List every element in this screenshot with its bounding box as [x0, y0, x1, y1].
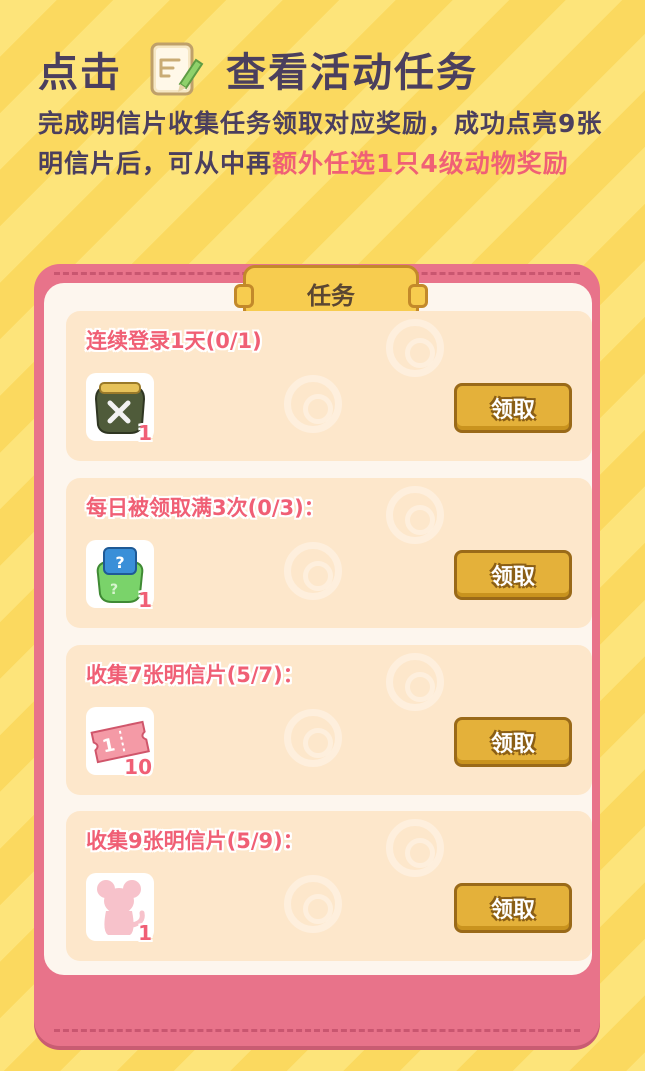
swirl-decoration	[284, 542, 342, 600]
swirl-decoration	[284, 875, 342, 933]
swirl-decoration	[386, 653, 444, 711]
swirl-decoration	[386, 319, 444, 377]
claim-button[interactable]: 领取	[454, 717, 572, 767]
svg-text:?: ?	[115, 553, 124, 572]
description-highlight: 额外任选1只4级动物奖励	[272, 149, 569, 178]
claim-button[interactable]: 领取	[454, 550, 572, 600]
reward-item: 1 10	[86, 707, 154, 779]
claim-button[interactable]: 领取	[454, 383, 572, 433]
task-card: 连续登录1天(0/1) 1 领取	[66, 311, 592, 461]
reward-item: ? ? 1	[86, 540, 154, 612]
task-label: 收集7张明信片(5/7)：	[86, 663, 304, 687]
task-panel-inner: 任务 连续登录1天(0/1) 1 领取 每日被领取满3次(0/3)： ? ? 1…	[44, 265, 592, 975]
task-label: 连续登录1天(0/1)	[86, 329, 262, 353]
swirl-decoration	[386, 486, 444, 544]
notepad-icon[interactable]	[144, 38, 206, 100]
claim-button[interactable]: 领取	[454, 883, 572, 933]
reward-count: 1	[138, 588, 152, 612]
task-label: 每日被领取满3次(0/3)：	[86, 496, 325, 520]
reward-count: 10	[124, 755, 152, 779]
header: 点击 查看活动任务 完成明信片收集任务领取对应奖励，成功点亮9张明信片后，可从中…	[38, 34, 618, 184]
description: 完成明信片收集任务领取对应奖励，成功点亮9张明信片后，可从中再额外任选1只4级动…	[38, 104, 618, 184]
title-row: 点击 查看活动任务	[38, 34, 618, 104]
swirl-decoration	[386, 819, 444, 877]
task-panel: 任务 连续登录1天(0/1) 1 领取 每日被领取满3次(0/3)： ? ? 1…	[34, 264, 600, 1046]
title-left: 点击	[38, 50, 122, 96]
svg-text:?: ?	[110, 582, 118, 598]
dashed-border-bottom	[54, 1029, 580, 1032]
reward-item: 1	[86, 373, 154, 445]
swirl-decoration	[284, 375, 342, 433]
reward-count: 1	[138, 421, 152, 445]
task-label: 收集9张明信片(5/9)：	[86, 829, 304, 853]
task-card: 每日被领取满3次(0/3)： ? ? 1 领取	[66, 478, 592, 628]
title-right: 查看活动任务	[226, 50, 478, 96]
swirl-decoration	[284, 709, 342, 767]
reward-count: 1	[138, 921, 152, 945]
task-card: 收集7张明信片(5/7)： 1 10 领取	[66, 645, 592, 795]
reward-item: 1	[86, 873, 154, 945]
task-card: 收集9张明信片(5/9)： 1 领取	[66, 811, 592, 961]
